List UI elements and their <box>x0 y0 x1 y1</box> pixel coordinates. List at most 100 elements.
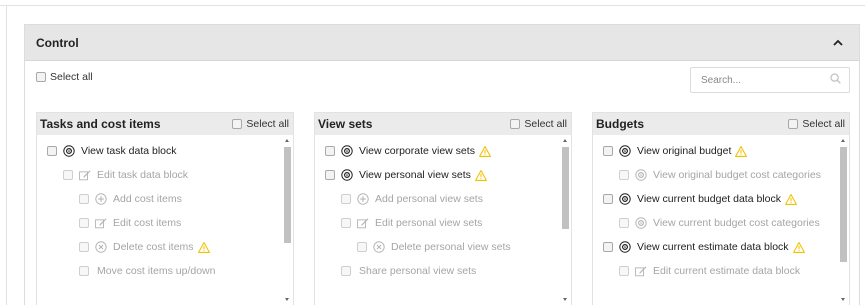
permission-label: Edit cost items <box>113 217 182 229</box>
warning-icon <box>479 145 491 157</box>
permission-checkbox[interactable] <box>603 242 613 252</box>
permission-item[interactable]: Edit cost items <box>79 215 181 231</box>
permission-label: View task data block <box>81 145 177 157</box>
column-header: Tasks and cost items Select all <box>37 113 293 135</box>
permission-checkbox[interactable] <box>619 266 629 276</box>
permission-item[interactable]: Move cost items up/down <box>79 263 215 279</box>
permission-item[interactable]: Edit current estimate data block <box>619 263 800 279</box>
global-select-all[interactable]: Select all <box>36 71 93 83</box>
column-budgets: Budgets Select all View original budget V… <box>592 112 850 305</box>
global-select-all-label: Select all <box>50 71 93 83</box>
scroll-up-arrow[interactable] <box>285 139 289 142</box>
chevron-up-icon[interactable] <box>831 36 845 50</box>
edit-icon <box>635 265 647 277</box>
permission-checkbox[interactable] <box>603 194 613 204</box>
warning-icon <box>792 241 805 253</box>
permission-item[interactable]: Share personal view sets <box>341 263 476 279</box>
permission-checkbox[interactable] <box>79 218 89 228</box>
global-select-all-checkbox[interactable] <box>36 72 46 82</box>
scroll-up-arrow[interactable] <box>841 139 845 142</box>
permission-checkbox[interactable] <box>357 242 367 252</box>
view-icon <box>63 145 75 157</box>
view-icon <box>619 193 631 205</box>
scrollbar-thumb[interactable] <box>840 147 847 262</box>
permission-checkbox[interactable] <box>79 266 89 276</box>
column-select-all-label: Select all <box>802 118 845 130</box>
permission-checkbox[interactable] <box>603 146 613 156</box>
delete-icon <box>373 241 385 253</box>
permission-list: View task data block Edit task data block… <box>37 135 293 305</box>
column-select-all[interactable]: Select all <box>232 118 289 130</box>
scrollbar-thumb[interactable] <box>284 147 291 243</box>
permission-checkbox[interactable] <box>341 218 351 228</box>
search-icon[interactable] <box>830 73 841 87</box>
view-icon <box>341 169 353 181</box>
permission-checkbox[interactable] <box>325 170 335 180</box>
permission-label: Delete cost items <box>113 241 194 253</box>
scroll-down-arrow[interactable] <box>563 298 567 301</box>
view-icon <box>619 145 631 157</box>
column-view-sets: View sets Select all View corporate view… <box>314 112 572 305</box>
scroll-down-arrow[interactable] <box>285 298 289 301</box>
column-select-all-checkbox[interactable] <box>510 119 521 129</box>
permission-checkbox[interactable] <box>79 242 89 252</box>
scroll-up-arrow[interactable] <box>563 139 567 142</box>
permission-item[interactable]: Delete cost items <box>79 239 210 255</box>
permission-item[interactable]: Delete personal view sets <box>357 239 511 255</box>
permission-label: Edit task data block <box>97 169 189 181</box>
permission-item[interactable]: View current budget cost categories <box>619 215 820 231</box>
permission-item[interactable]: View task data block <box>47 143 177 159</box>
permission-label: Move cost items up/down <box>97 265 216 277</box>
permission-checkbox[interactable] <box>619 170 629 180</box>
permission-item[interactable]: View current estimate data block <box>603 239 805 255</box>
page-frame-top <box>0 0 865 6</box>
permission-label: View current budget data block <box>637 193 781 205</box>
permission-label: Delete personal view sets <box>391 241 511 253</box>
column-title: Tasks and cost items <box>40 117 161 131</box>
permission-checkbox[interactable] <box>619 218 629 228</box>
permission-label: View current estimate data block <box>637 241 789 253</box>
permission-checkbox[interactable] <box>341 194 351 204</box>
permission-label: Edit personal view sets <box>375 217 483 229</box>
permission-item[interactable]: Add cost items <box>79 191 182 207</box>
scrollbar-thumb[interactable] <box>562 147 569 229</box>
permission-checkbox[interactable] <box>47 146 57 156</box>
panel-title: Control <box>36 35 79 50</box>
permission-checkbox[interactable] <box>325 146 335 156</box>
scrollbar[interactable] <box>839 135 848 305</box>
column-select-all-checkbox[interactable] <box>232 119 243 129</box>
permission-item[interactable]: View corporate view sets <box>325 143 491 159</box>
warning-icon <box>735 145 748 157</box>
panel-header[interactable]: Control <box>25 25 859 61</box>
column-select-all-label: Select all <box>524 118 567 130</box>
view-icon <box>635 169 647 181</box>
column-select-all-checkbox[interactable] <box>788 119 799 129</box>
column-title: View sets <box>318 117 373 131</box>
permission-item[interactable]: View original budget cost categories <box>619 167 821 183</box>
edit-icon <box>79 169 91 181</box>
column-select-all[interactable]: Select all <box>788 118 845 130</box>
search-input[interactable] <box>701 74 811 86</box>
scrollbar[interactable] <box>283 135 292 305</box>
permission-checkbox[interactable] <box>63 170 73 180</box>
column-select-all[interactable]: Select all <box>510 118 567 130</box>
permission-item[interactable]: View personal view sets <box>325 167 487 183</box>
permission-item[interactable]: Edit task data block <box>63 167 188 183</box>
permission-item[interactable]: View original budget <box>603 143 748 159</box>
scroll-down-arrow[interactable] <box>841 298 845 301</box>
warning-icon <box>474 169 487 181</box>
scrollbar[interactable] <box>561 135 570 305</box>
permission-item[interactable]: View current budget data block <box>603 191 797 207</box>
view-icon <box>619 241 631 253</box>
search-box[interactable] <box>690 67 850 93</box>
permission-label: Share personal view sets <box>359 265 477 277</box>
permission-checkbox[interactable] <box>79 194 89 204</box>
permission-item[interactable]: Edit personal view sets <box>341 215 482 231</box>
add-icon <box>95 193 107 205</box>
permission-label: View original budget <box>637 145 732 157</box>
column-title: Budgets <box>596 117 644 131</box>
warning-icon <box>785 193 797 205</box>
column-header: Budgets Select all <box>593 113 849 135</box>
permission-item[interactable]: Add personal view sets <box>341 191 483 207</box>
permission-checkbox[interactable] <box>341 266 351 276</box>
